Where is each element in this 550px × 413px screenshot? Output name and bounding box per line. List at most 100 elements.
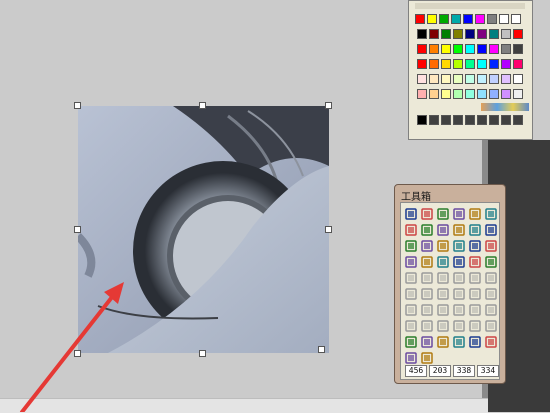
order-icon[interactable] xyxy=(436,318,450,332)
color-swatch[interactable] xyxy=(417,29,427,39)
image-icon[interactable] xyxy=(468,238,482,252)
resize-handle-right[interactable] xyxy=(325,226,332,233)
color-swatch[interactable] xyxy=(477,59,487,69)
color-swatch[interactable] xyxy=(465,29,475,39)
resize-handle-left[interactable] xyxy=(74,226,81,233)
quick-color-swatch[interactable] xyxy=(487,14,497,24)
quick-color-swatch[interactable] xyxy=(511,14,521,24)
open-folder-icon[interactable] xyxy=(420,206,434,220)
color-swatch[interactable] xyxy=(477,44,487,54)
color-swatch[interactable] xyxy=(477,89,487,99)
color-swatch[interactable] xyxy=(441,59,451,69)
color-swatch[interactable] xyxy=(417,74,427,84)
align-right-icon[interactable] xyxy=(436,302,450,316)
green-box-icon[interactable] xyxy=(484,206,498,220)
guide-icon[interactable] xyxy=(484,318,498,332)
resize-handle-bottom-left[interactable] xyxy=(74,350,81,357)
new-page-icon[interactable] xyxy=(404,206,418,220)
quick-color-swatch[interactable] xyxy=(451,14,461,24)
paste-icon[interactable] xyxy=(484,270,498,284)
dash-line-icon[interactable] xyxy=(420,334,434,348)
rect-outline-icon[interactable] xyxy=(484,222,498,236)
resize-handle-bottom-right[interactable] xyxy=(318,346,325,353)
copy-icon[interactable] xyxy=(468,270,482,284)
distribute-icon[interactable] xyxy=(452,286,466,300)
custom-color-swatch[interactable] xyxy=(453,115,463,125)
frame-icon[interactable] xyxy=(452,254,466,268)
line-width-icon[interactable] xyxy=(420,350,434,364)
custom-color-swatch[interactable] xyxy=(513,115,523,125)
align-left-icon[interactable] xyxy=(404,302,418,316)
pen-brush-icon[interactable] xyxy=(484,254,498,268)
color-swatch[interactable] xyxy=(417,59,427,69)
group-icon[interactable] xyxy=(404,286,418,300)
undo-icon[interactable] xyxy=(420,270,434,284)
color-swatch[interactable] xyxy=(453,29,463,39)
color-swatch[interactable] xyxy=(465,89,475,99)
copy-image-icon[interactable] xyxy=(420,254,434,268)
color-swatch[interactable] xyxy=(513,59,523,69)
color-grid-icon[interactable] xyxy=(468,334,482,348)
color-swatch[interactable] xyxy=(429,29,439,39)
color-swatch[interactable] xyxy=(465,74,475,84)
coord-width-field[interactable]: 338 xyxy=(453,365,475,377)
resize-handle-top[interactable] xyxy=(199,102,206,109)
ellipse-outline-icon[interactable] xyxy=(436,222,450,236)
pattern-icon[interactable] xyxy=(436,254,450,268)
color-swatch[interactable] xyxy=(489,74,499,84)
pencil-icon[interactable] xyxy=(484,238,498,252)
text-icon[interactable] xyxy=(436,238,450,252)
quick-color-swatch[interactable] xyxy=(439,14,449,24)
color-swatch[interactable] xyxy=(489,29,499,39)
color-swatch[interactable] xyxy=(501,29,511,39)
grid-icon[interactable] xyxy=(452,318,466,332)
color-swatch[interactable] xyxy=(513,29,523,39)
color-swatch[interactable] xyxy=(453,59,463,69)
custom-color-swatch[interactable] xyxy=(417,115,427,125)
color-swatch[interactable] xyxy=(513,44,523,54)
rotate-icon[interactable] xyxy=(484,286,498,300)
fill-pattern-icon[interactable] xyxy=(484,334,498,348)
color-swatch[interactable] xyxy=(489,89,499,99)
coord-y-field[interactable]: 203 xyxy=(429,365,451,377)
color-swatch[interactable] xyxy=(501,74,511,84)
coord-x-field[interactable]: 456 xyxy=(405,365,427,377)
color-swatch[interactable] xyxy=(513,89,523,99)
bring-front-icon[interactable] xyxy=(404,318,418,332)
quick-color-swatch[interactable] xyxy=(475,14,485,24)
dotted-line-icon[interactable] xyxy=(404,334,418,348)
align-middle-icon[interactable] xyxy=(468,302,482,316)
color-swatch[interactable] xyxy=(417,89,427,99)
flip-icon[interactable] xyxy=(468,286,482,300)
coord-height-field[interactable]: 334 xyxy=(477,365,499,377)
custom-color-swatch[interactable] xyxy=(489,115,499,125)
ellipse-fill-icon[interactable] xyxy=(452,222,466,236)
color-swatch[interactable] xyxy=(477,74,487,84)
resize-handle-top-right[interactable] xyxy=(325,102,332,109)
color-swatch[interactable] xyxy=(429,44,439,54)
snap-icon[interactable] xyxy=(468,318,482,332)
line-icon[interactable] xyxy=(420,222,434,236)
palette-action-icons[interactable] xyxy=(481,103,529,111)
horizontal-scrollbar[interactable] xyxy=(0,398,488,413)
quick-color-swatch[interactable] xyxy=(427,14,437,24)
color-swatch[interactable] xyxy=(489,44,499,54)
color-swatch[interactable] xyxy=(453,44,463,54)
align-center-icon[interactable] xyxy=(420,302,434,316)
select-arrow-icon[interactable] xyxy=(404,222,418,236)
align-bottom-icon[interactable] xyxy=(484,302,498,316)
save-disk-icon[interactable] xyxy=(452,206,466,220)
color-swatch[interactable] xyxy=(441,44,451,54)
color-swatch[interactable] xyxy=(453,89,463,99)
color-swatch[interactable] xyxy=(429,89,439,99)
table-icon[interactable] xyxy=(452,334,466,348)
custom-color-swatch[interactable] xyxy=(429,115,439,125)
quick-color-swatch[interactable] xyxy=(415,14,425,24)
color-swatch[interactable] xyxy=(501,89,511,99)
rounded-rect-icon[interactable] xyxy=(452,238,466,252)
custom-color-swatch[interactable] xyxy=(441,115,451,125)
quick-color-swatch[interactable] xyxy=(499,14,509,24)
color-swatch[interactable] xyxy=(453,74,463,84)
color-dots-icon[interactable] xyxy=(404,270,418,284)
vertical-dots-icon[interactable] xyxy=(436,334,450,348)
